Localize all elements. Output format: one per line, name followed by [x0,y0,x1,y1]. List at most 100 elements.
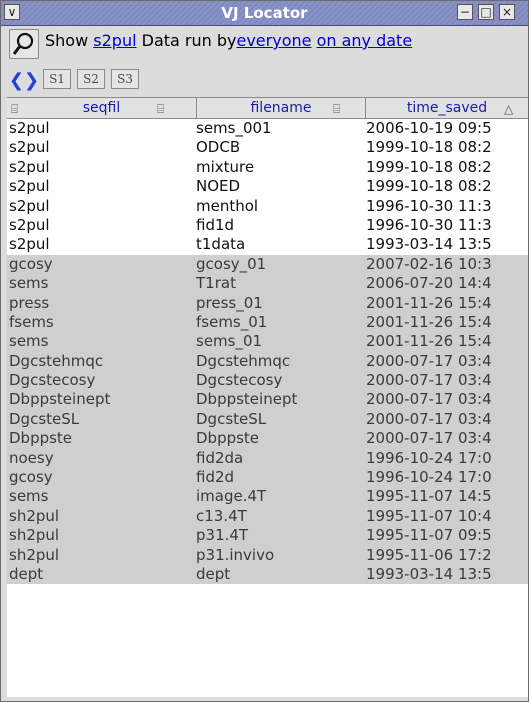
sequence-link[interactable]: s2pul [93,31,136,50]
title-bar[interactable]: ∨ VJ Locator − □ × [1,1,528,26]
table-row[interactable]: s2pul fid1d 1996-10-30 11:3 [7,215,528,236]
column-label: filename [250,100,312,116]
search-button[interactable] [9,29,39,59]
cell-filename: DgcsteSL [196,409,267,428]
cell-seqfil: sh2pul [9,526,60,545]
back-arrow-icon[interactable]: ❮ [9,70,24,91]
cell-time-saved: 1993-03-14 13:5 [366,564,492,583]
shim-button-s1[interactable]: S1 [43,69,71,89]
table-row[interactable]: s2pul NOED 1999-10-18 08:2 [7,177,528,197]
table-row[interactable]: s2pul ODCB 1999-10-18 08:2 [7,138,528,158]
table-row[interactable]: Dgcstehmqc Dgcstehmqc 2000-07-17 03:4 [7,351,528,372]
cell-filename: menthol [196,196,259,215]
cell-filename: Dgcstecosy [196,371,283,390]
cell-time-saved: 2000-07-17 03:4 [366,371,492,390]
table-row[interactable]: DgcsteSL DgcsteSL 2000-07-17 03:4 [7,409,528,430]
table-row[interactable]: sh2pul p31.4T 1995-11-07 09:5 [7,526,528,546]
cell-time-saved: 1999-10-18 08:2 [366,138,492,157]
vj-locator-window: ∨ VJ Locator − □ × Show s2pul Data run b… [0,0,529,702]
minimize-button[interactable]: − [457,4,473,20]
query-middle: Data run by [136,31,237,50]
cell-time-saved: 1995-11-07 14:5 [366,487,492,506]
cell-filename: sems_001 [196,119,272,137]
forward-arrow-icon[interactable]: ❯ [24,70,39,91]
table-row[interactable]: sems sems_01 2001-11-26 15:4 [7,332,528,352]
table-row[interactable]: sh2pul p31.invivo 1995-11-06 17:2 [7,545,528,565]
cell-time-saved: 1996-10-24 17:0 [366,448,492,467]
cell-seqfil: s2pul [9,157,50,176]
user-link[interactable]: everyone [236,31,311,50]
cell-time-saved: 1999-10-18 08:2 [366,177,492,196]
column-resize-icon[interactable]: ⌸ [333,99,340,119]
cell-seqfil: gcosy [9,468,53,487]
cell-time-saved: 1995-11-06 17:2 [366,545,492,564]
sort-ascending-icon[interactable]: △ [504,99,513,119]
table-row[interactable]: gcosy gcosy_01 2007-02-16 10:3 [7,254,528,275]
shim-button-s2[interactable]: S2 [77,69,105,89]
table-row[interactable]: gcosy fid2d 1996-10-24 17:0 [7,468,528,488]
cell-time-saved: 2000-07-17 03:4 [366,429,492,448]
cell-seqfil: s2pul [9,196,50,215]
cell-time-saved: 1999-10-18 08:2 [366,157,492,176]
table-row[interactable]: s2pul sems_001 2006-10-19 09:5 [7,119,528,139]
cell-seqfil: sh2pul [9,506,60,525]
cell-time-saved: 2007-02-16 10:3 [366,254,492,273]
cell-seqfil: noesy [9,448,54,467]
table-row[interactable]: sems T1rat 2006-07-20 14:4 [7,274,528,294]
cell-filename: NOED [196,177,241,196]
table-row[interactable]: noesy fid2da 1996-10-24 17:0 [7,448,528,469]
cell-filename: gcosy_01 [196,254,267,273]
table-row[interactable]: sems image.4T 1995-11-07 14:5 [7,487,528,507]
cell-time-saved: 2000-07-17 03:4 [366,390,492,409]
cell-seqfil: press [9,293,50,312]
results-table: ⌸ seqfil ⌸ filename ⌸ time_saved △ s2pul… [7,97,528,697]
cell-filename: press_01 [196,293,263,312]
query-prefix: Show [45,31,94,50]
cell-filename: ODCB [196,138,241,157]
cell-seqfil: fsems [9,312,54,331]
query-sentence: Show s2pul Data run byeveryone on any da… [45,31,412,50]
query-bar: Show s2pul Data run byeveryone on any da… [7,29,522,63]
cell-time-saved: 1995-11-07 09:5 [366,526,492,545]
table-row[interactable]: sh2pul c13.4T 1995-11-07 10:4 [7,506,528,527]
table-row[interactable]: Dbppste Dbppste 2000-07-17 03:4 [7,429,528,449]
table-row[interactable]: Dgcstecosy Dgcstecosy 2000-07-17 03:4 [7,371,528,391]
table-row[interactable]: s2pul menthol 1996-10-30 11:3 [7,196,528,216]
cell-filename: image.4T [196,487,267,506]
table-row[interactable]: s2pul mixture 1999-10-18 08:2 [7,157,528,178]
cell-filename: fid1d [196,215,235,234]
table-row[interactable]: s2pul t1data 1993-03-14 13:5 [7,235,528,255]
minimize-icon: − [459,5,471,19]
table-row[interactable]: dept dept 1993-03-14 13:5 [7,564,528,585]
cell-filename: fid2da [196,448,244,467]
close-button[interactable]: × [499,4,515,20]
column-header-seqfil[interactable]: ⌸ seqfil ⌸ [7,98,197,118]
cell-filename: mixture [196,157,255,176]
maximize-icon: □ [480,5,492,19]
cell-seqfil: s2pul [9,177,50,196]
cell-time-saved: 1996-10-30 11:3 [366,215,492,234]
cell-filename: t1data [196,235,246,254]
cell-seqfil: s2pul [9,119,50,137]
cell-time-saved: 1996-10-30 11:3 [366,196,492,215]
column-header-filename[interactable]: filename ⌸ [197,98,366,118]
cell-time-saved: 2001-11-26 15:4 [366,312,492,331]
cell-seqfil: DgcsteSL [9,409,80,428]
maximize-button[interactable]: □ [478,4,494,20]
table-body: s2pul sems_001 2006-10-19 09:5 s2pul ODCB 199… [7,119,528,585]
shim-button-s3[interactable]: S3 [111,69,139,89]
cell-filename: fid2d [196,468,235,487]
cell-filename: c13.4T [196,506,247,525]
cell-seqfil: s2pul [9,235,50,254]
cell-filename: Dbppsteinept [196,390,298,409]
table-row[interactable]: press press_01 2001-11-26 15:4 [7,293,528,313]
date-link[interactable]: on any date [317,31,413,50]
navigation-bar: ❮ ❯ S1 S2 S3 [7,67,522,93]
column-resize-icon[interactable]: ⌸ [157,99,164,119]
column-header-time-saved[interactable]: time_saved △ [366,98,528,118]
cell-filename: dept [196,564,231,583]
table-row[interactable]: Dbppsteinept Dbppsteinept 2000-07-17 03:4 [7,390,528,410]
cell-seqfil: sh2pul [9,545,60,564]
table-row[interactable]: fsems fsems_01 2001-11-26 15:4 [7,312,528,333]
column-menu-icon[interactable]: ⌸ [11,99,18,119]
